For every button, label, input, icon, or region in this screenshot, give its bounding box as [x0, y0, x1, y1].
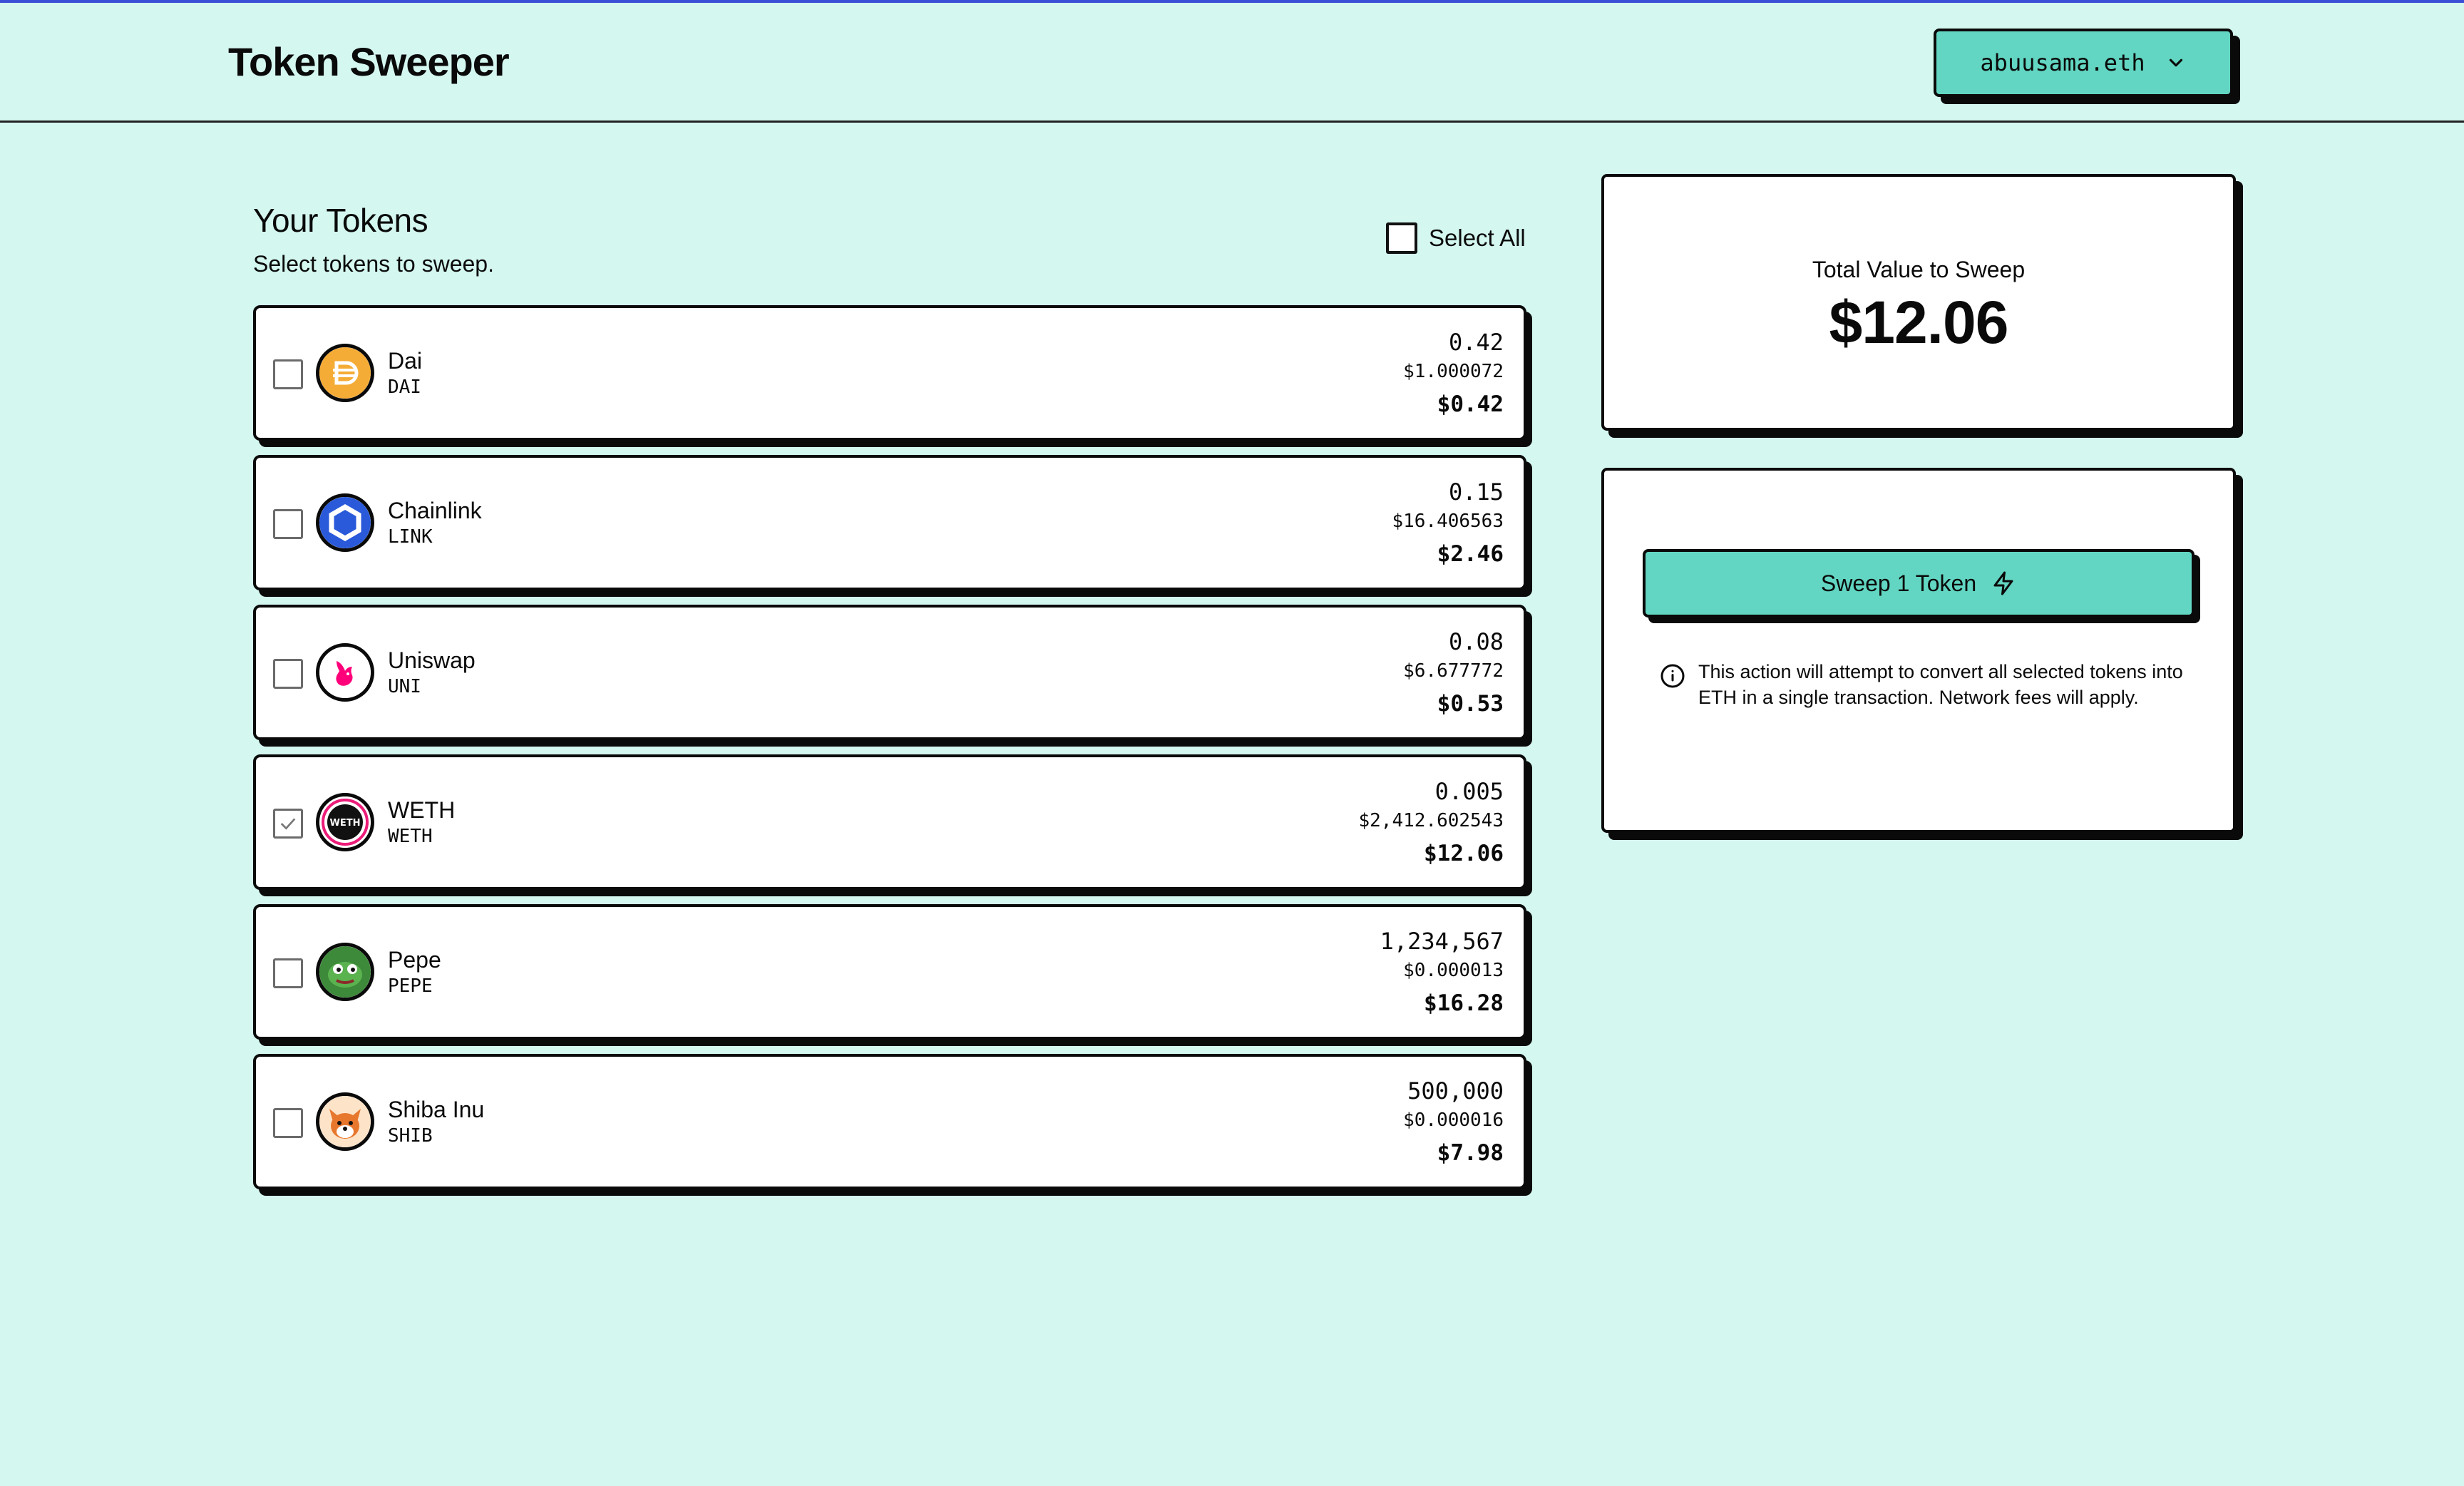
svg-text:WETH: WETH: [330, 818, 361, 829]
token-price: $0.000016: [1403, 1110, 1504, 1131]
token-row-dai[interactable]: Dai DAI 0.42 $1.000072 $0.42: [253, 305, 1526, 441]
tokens-section-title: Your Tokens: [253, 202, 428, 239]
tokens-section-subtitle: Select tokens to sweep.: [253, 251, 494, 277]
token-row-uniswap[interactable]: Uniswap UNI 0.08 $6.677772 $0.53: [253, 605, 1526, 740]
token-price: $6.677772: [1403, 660, 1504, 682]
token-row-shiba-inu[interactable]: Shiba Inu SHIB 500,000 $0.000016 $7.98: [253, 1054, 1526, 1189]
weth-icon: WETH: [316, 793, 374, 851]
total-value-panel: Total Value to Sweep $12.06: [1601, 174, 2236, 431]
token-value: $0.53: [1437, 691, 1504, 717]
token-balance: 0.005: [1434, 778, 1504, 805]
checkmark-icon: [280, 818, 296, 830]
sweep-info-text: This action will attempt to convert all …: [1698, 661, 2183, 708]
token-value: $0.42: [1437, 391, 1504, 417]
token-name: WETH: [388, 797, 456, 823]
token-price: $0.000013: [1403, 960, 1504, 981]
total-value-label: Total Value to Sweep: [1812, 257, 2026, 282]
token-price: $16.406563: [1392, 511, 1504, 532]
token-list: Dai DAI 0.42 $1.000072 $0.42 Chainlink L…: [253, 305, 1526, 1204]
token-name: Dai: [388, 348, 423, 374]
token-symbol: LINK: [388, 526, 433, 548]
token-name: Chainlink: [388, 498, 482, 523]
token-balance: 1,234,567: [1380, 928, 1504, 955]
token-balance: 500,000: [1407, 1077, 1504, 1105]
sweep-button-label: Sweep 1 Token: [1820, 570, 1977, 596]
token-row-chainlink[interactable]: Chainlink LINK 0.15 $16.406563 $2.46: [253, 455, 1526, 590]
token-row-pepe[interactable]: Pepe PEPE 1,234,567 $0.000013 $16.28: [253, 904, 1526, 1040]
token-checkbox[interactable]: [273, 1108, 303, 1138]
token-checkbox[interactable]: [273, 509, 303, 539]
pepe-icon: [316, 943, 374, 1001]
wallet-address: abuusama.eth: [1980, 49, 2145, 76]
token-value: $16.28: [1424, 990, 1504, 1016]
token-checkbox[interactable]: [273, 809, 303, 839]
select-all-checkbox[interactable]: Select All: [1386, 222, 1526, 254]
token-balance: 0.15: [1448, 478, 1504, 506]
token-checkbox[interactable]: [273, 659, 303, 689]
token-balance: 0.08: [1448, 628, 1504, 655]
info-icon: [1660, 664, 1685, 688]
token-name: Shiba Inu: [388, 1097, 485, 1122]
token-checkbox[interactable]: [273, 359, 303, 389]
total-value-amount: $12.06: [1829, 289, 2009, 356]
token-symbol: SHIB: [388, 1125, 433, 1147]
token-name: Uniswap: [388, 647, 476, 673]
token-value: $7.98: [1437, 1140, 1504, 1166]
lightning-icon: [1993, 571, 2013, 595]
sweep-button[interactable]: Sweep 1 Token: [1643, 549, 2194, 618]
sweep-action-panel: Sweep 1 Token This action will attempt t…: [1601, 468, 2236, 833]
chainlink-icon: [316, 493, 374, 552]
token-name: Pepe: [388, 947, 441, 973]
token-symbol: PEPE: [388, 975, 433, 997]
token-symbol: UNI: [388, 676, 421, 697]
token-price: $1.000072: [1403, 361, 1504, 382]
select-all-box[interactable]: [1386, 222, 1417, 254]
chevron-down-icon: [2169, 58, 2182, 67]
app-title: Token Sweeper: [228, 39, 510, 84]
token-checkbox[interactable]: [273, 958, 303, 988]
uniswap-icon: [316, 643, 374, 702]
token-symbol: WETH: [388, 826, 433, 847]
shiba-inu-icon: [316, 1092, 374, 1151]
dai-icon: [316, 344, 374, 402]
token-value: $12.06: [1424, 841, 1504, 866]
wallet-dropdown-button[interactable]: abuusama.eth: [1934, 29, 2233, 97]
app-header: Token Sweeper abuusama.eth: [0, 3, 2464, 123]
token-value: $2.46: [1437, 541, 1504, 567]
token-row-weth[interactable]: WETH WETH WETH 0.005 $2,412.602543 $12.0…: [253, 754, 1526, 890]
token-symbol: DAI: [388, 376, 421, 398]
select-all-label: Select All: [1429, 225, 1526, 251]
token-balance: 0.42: [1448, 329, 1504, 356]
token-price: $2,412.602543: [1358, 810, 1504, 831]
